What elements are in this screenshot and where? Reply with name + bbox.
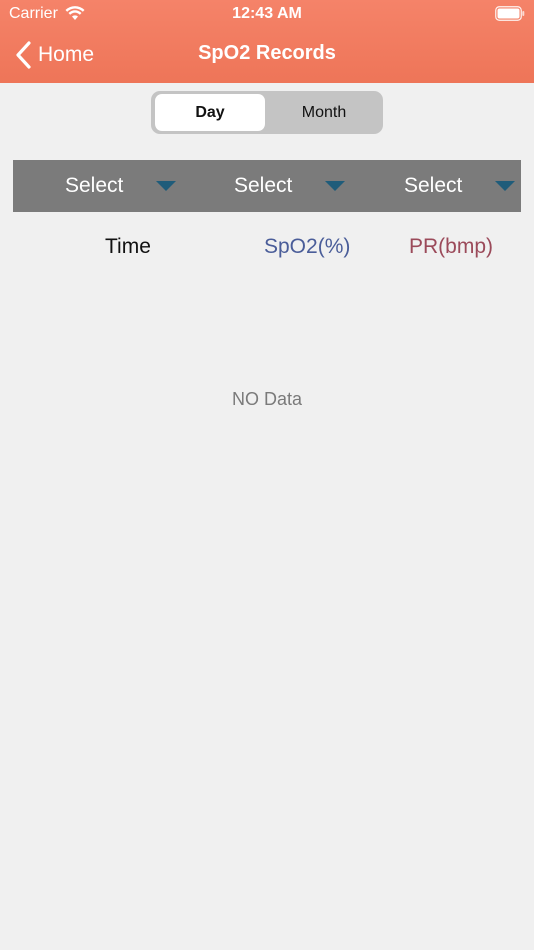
filter-bar: Select Select Select [13,160,521,212]
segment-month[interactable]: Month [269,94,379,131]
filter-select-3-label: Select [404,174,463,197]
column-header-pr: PR(bmp) [409,235,494,258]
empty-state-message: NO Data [231,389,303,409]
app-header: Carrier 12:43 AM Home SpO2 Records [0,0,534,83]
caret-down-icon [325,181,345,191]
filter-select-2-label: Select [234,174,293,197]
filter-select-2[interactable]: Select [182,160,351,212]
filter-select-3[interactable]: Select [351,160,520,212]
column-header-time: Time [105,235,151,258]
status-bar: Carrier 12:43 AM [0,0,534,28]
page-title: SpO2 Records [198,42,336,64]
nav-bar: Home SpO2 Records [0,28,534,83]
filter-select-1-label: Select [65,174,124,197]
status-time: 12:43 AM [232,5,302,22]
filter-select-1[interactable]: Select [13,160,182,212]
battery-icon [495,6,525,21]
column-header-spo2: SpO2(%) [264,235,351,258]
caret-down-icon [156,181,176,191]
caret-down-icon [495,181,515,191]
period-segmented-control: Day Month [151,91,383,134]
segment-day[interactable]: Day [155,94,265,131]
